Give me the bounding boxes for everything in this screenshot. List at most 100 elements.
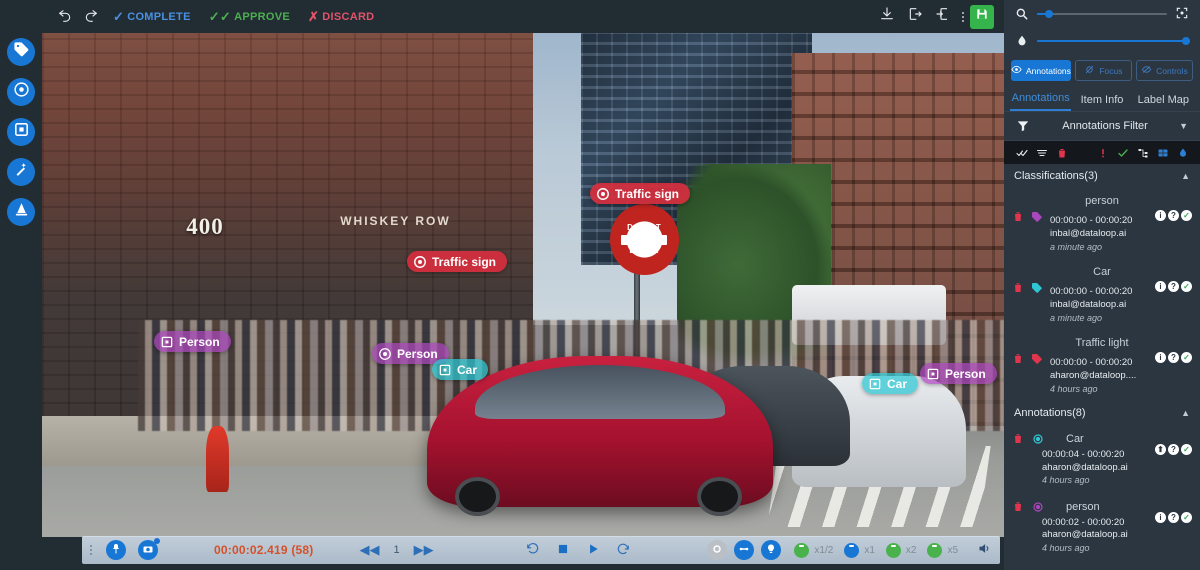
classification-item[interactable]: Car 00:00:00 - 00:00:20 inbal@dataloop.a… <box>1004 259 1200 330</box>
question-badge[interactable]: ? <box>1168 351 1179 363</box>
hierarchy-icon[interactable] <box>1135 146 1150 159</box>
pin-button[interactable] <box>106 540 126 560</box>
speed-2x-button[interactable] <box>885 542 901 558</box>
segment-controls[interactable]: Controls <box>1135 60 1193 81</box>
zoom-slider[interactable] <box>1037 9 1167 18</box>
approved-badge[interactable]: ✓ <box>1181 210 1192 221</box>
annotation-pill-traffic-sign-2[interactable]: Traffic sign <box>407 251 508 272</box>
grid-icon[interactable] <box>1155 146 1170 159</box>
point-tool-button[interactable] <box>7 78 35 106</box>
approved-badge[interactable]: ✓ <box>1181 280 1192 292</box>
delete-icon[interactable] <box>1054 146 1069 159</box>
approve-button[interactable]: ✓✓ APPROVE <box>200 10 299 23</box>
bulb-tool-button[interactable] <box>761 540 782 560</box>
classifications-header[interactable]: Classifications(3) ▲ <box>1004 164 1200 188</box>
speed-5x-button[interactable] <box>927 542 943 558</box>
info-badge[interactable]: ⬆ <box>1155 443 1166 455</box>
label-tool-button[interactable] <box>7 38 35 66</box>
annotation-pill-car-1[interactable]: Car <box>432 359 489 380</box>
tab-item-info[interactable]: Item Info <box>1071 94 1132 111</box>
video-canvas[interactable]: 400 WHISKEY ROW DO NOT ENTER Traffic sig… <box>42 33 1004 537</box>
annotations-header[interactable]: Annotations(8) ▲ <box>1004 401 1200 425</box>
circle-tool-button[interactable] <box>707 540 728 560</box>
redo-icon <box>83 6 99 27</box>
info-badge[interactable]: i <box>1155 210 1166 221</box>
tag-icon[interactable] <box>1031 281 1044 294</box>
link-tool-button[interactable] <box>734 540 755 560</box>
speed-half-button[interactable] <box>794 542 810 558</box>
question-badge[interactable]: ? <box>1168 280 1179 292</box>
classification-item[interactable]: Traffic light 00:00:00 - 00:00:20 aharon… <box>1004 330 1200 401</box>
approved-badge[interactable]: ✓ <box>1181 443 1192 455</box>
tab-annotations[interactable]: Annotations <box>1010 92 1072 111</box>
delete-icon[interactable] <box>1012 500 1025 514</box>
tag-icon[interactable] <box>1031 210 1044 223</box>
annotation-pill-label: Traffic sign <box>432 254 497 269</box>
segment-annotations[interactable]: Annotations <box>1011 60 1071 81</box>
box-tool-button[interactable] <box>7 118 35 146</box>
replay-button[interactable] <box>526 542 540 559</box>
opacity-slider[interactable] <box>1037 36 1190 45</box>
info-badge[interactable]: i <box>1155 280 1166 292</box>
speed-1x-label: x1 <box>864 544 875 556</box>
point-icon[interactable] <box>1032 432 1045 445</box>
approved-badge[interactable]: ✓ <box>1181 511 1192 523</box>
segment-controls-label: Controls <box>1156 65 1188 76</box>
annotation-pill-person-3[interactable]: Person <box>920 363 997 384</box>
export-button[interactable] <box>902 4 928 30</box>
point-icon <box>595 186 610 201</box>
point-icon[interactable] <box>1032 500 1045 513</box>
snapshot-button[interactable] <box>138 538 160 560</box>
fit-screen-icon[interactable] <box>1175 6 1190 21</box>
question-badge[interactable]: ? <box>1168 210 1179 221</box>
tag-icon[interactable] <box>1031 352 1044 365</box>
download-button[interactable] <box>874 4 900 30</box>
volume-button[interactable] <box>977 541 992 559</box>
model-assist-tool-button[interactable] <box>7 198 35 226</box>
annotation-item[interactable]: Car 00:00:04 - 00:00:20 aharon@dataloop.… <box>1004 425 1200 493</box>
stop-button[interactable] <box>556 542 570 559</box>
bounding-box-icon <box>13 121 30 143</box>
classification-item[interactable]: person 00:00:00 - 00:00:20 inbal@dataloo… <box>1004 188 1200 259</box>
classification-user: inbal@dataloop.ai <box>1050 298 1127 310</box>
info-badge[interactable]: i <box>1155 351 1166 363</box>
delete-icon[interactable] <box>1012 432 1025 446</box>
discard-button[interactable]: ✗ DISCARD <box>299 10 383 23</box>
complete-button[interactable]: ✓ COMPLETE <box>104 10 200 23</box>
import-button[interactable] <box>930 4 956 30</box>
speed-1x-button[interactable] <box>844 542 860 558</box>
tab-label-map[interactable]: Label Map <box>1133 94 1194 111</box>
play-button[interactable] <box>586 542 600 559</box>
annotations-scroll-area[interactable]: Classifications(3) ▲ person 00:00:00 - 0… <box>1004 164 1200 570</box>
more-vertical-icon[interactable] <box>958 11 968 22</box>
building-number: 400 <box>186 214 224 240</box>
opacity-drop-icon[interactable] <box>1175 146 1190 159</box>
annotation-item[interactable]: person 00:00:02 - 00:00:20 aharon@datalo… <box>1004 493 1200 561</box>
delete-icon[interactable] <box>1012 210 1025 224</box>
refresh-button[interactable] <box>616 542 630 559</box>
info-badge[interactable]: i <box>1155 511 1166 523</box>
sort-icon[interactable] <box>1034 146 1049 159</box>
redo-button[interactable] <box>78 4 104 30</box>
magic-wand-tool-button[interactable] <box>7 158 35 186</box>
annotation-pill-car-2[interactable]: Car <box>862 373 919 394</box>
annotations-filter[interactable]: Annotations Filter ▼ <box>1004 111 1200 141</box>
drag-handle[interactable] <box>90 545 92 555</box>
delete-icon[interactable] <box>1012 352 1025 366</box>
approve-icon[interactable] <box>1115 146 1130 159</box>
next-frame-button[interactable]: ▶▶ <box>414 542 434 558</box>
undo-button[interactable] <box>52 4 78 30</box>
classification-timestamp: a minute ago <box>1050 241 1103 252</box>
annotation-pill-traffic-sign-1[interactable]: Traffic sign <box>590 183 691 204</box>
question-badge[interactable]: ? <box>1168 511 1179 523</box>
select-all-icon[interactable] <box>1014 146 1029 159</box>
question-badge[interactable]: ? <box>1168 443 1179 455</box>
approved-badge[interactable]: ✓ <box>1181 351 1192 363</box>
save-button[interactable] <box>970 4 994 29</box>
wheel-rear <box>696 476 742 516</box>
annotation-pill-person-1[interactable]: Person <box>154 331 231 352</box>
prev-frame-button[interactable]: ◀◀ <box>359 542 379 558</box>
segment-focus[interactable]: Focus <box>1074 60 1132 81</box>
delete-icon[interactable] <box>1012 281 1025 295</box>
issue-icon[interactable] <box>1095 146 1110 159</box>
